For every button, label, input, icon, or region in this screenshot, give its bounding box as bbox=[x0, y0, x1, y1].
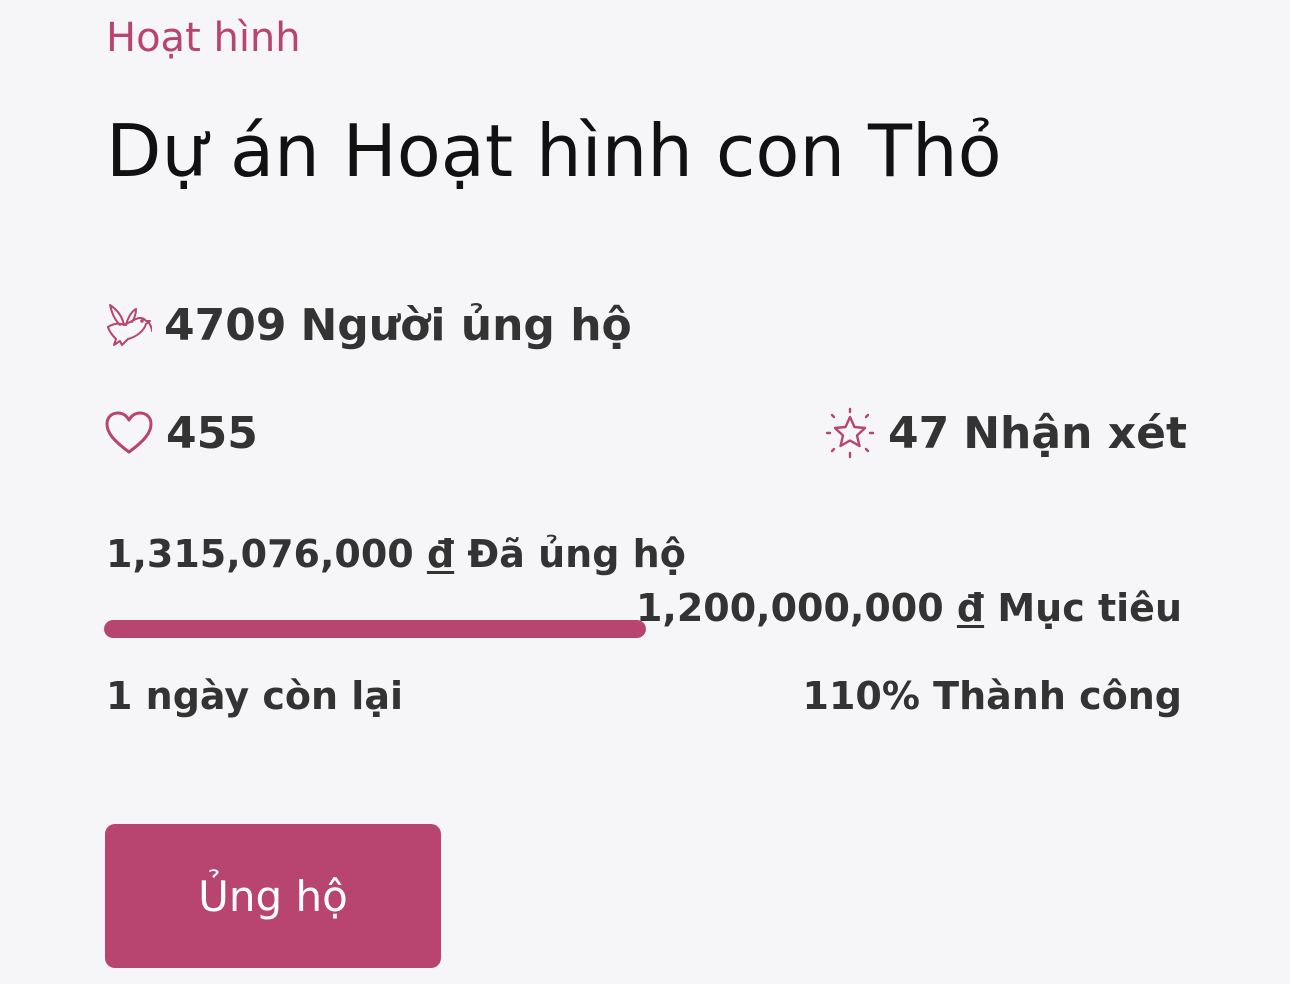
reviews-count: 47 bbox=[888, 407, 950, 459]
goal-amount: 1,200,000,000 bbox=[635, 586, 944, 630]
project-category[interactable]: Hoạt hình bbox=[106, 14, 301, 62]
likes-stat[interactable]: 455 bbox=[104, 404, 258, 462]
support-button[interactable]: Ủng hộ bbox=[105, 824, 441, 968]
supporters-stat: 4709 Người ủng hộ bbox=[104, 296, 632, 354]
goal-label: Mục tiêu bbox=[997, 586, 1182, 630]
supporters-label: Người ủng hộ bbox=[300, 299, 632, 351]
raised-label: Đã ủng hộ bbox=[467, 532, 686, 576]
supporters-count: 4709 bbox=[164, 299, 287, 351]
funding-progress-fill bbox=[104, 620, 646, 638]
reviews-stat[interactable]: 47 Nhận xét bbox=[824, 404, 1187, 462]
goal-currency: đ bbox=[956, 586, 985, 630]
raised-amount-text: 1,315,076,000 đ Đã ủng hộ bbox=[106, 532, 686, 576]
days-left: 1 ngày còn lại bbox=[106, 674, 404, 718]
raised-currency: đ bbox=[426, 532, 455, 576]
likes-count: 455 bbox=[166, 407, 258, 459]
raised-amount: 1,315,076,000 bbox=[106, 532, 414, 576]
project-title: Dự án Hoạt hình con Thỏ bbox=[106, 109, 1002, 193]
goal-amount-text: 1,200,000,000 đ Mục tiêu bbox=[636, 586, 1182, 630]
funding-progress-bar bbox=[104, 620, 646, 638]
reviews-label: Nhận xét bbox=[963, 407, 1187, 459]
dove-icon bbox=[104, 301, 152, 349]
heart-icon[interactable] bbox=[104, 410, 154, 456]
sparkle-star-icon bbox=[824, 407, 876, 459]
success-rate: 110% Thành công bbox=[802, 674, 1182, 718]
